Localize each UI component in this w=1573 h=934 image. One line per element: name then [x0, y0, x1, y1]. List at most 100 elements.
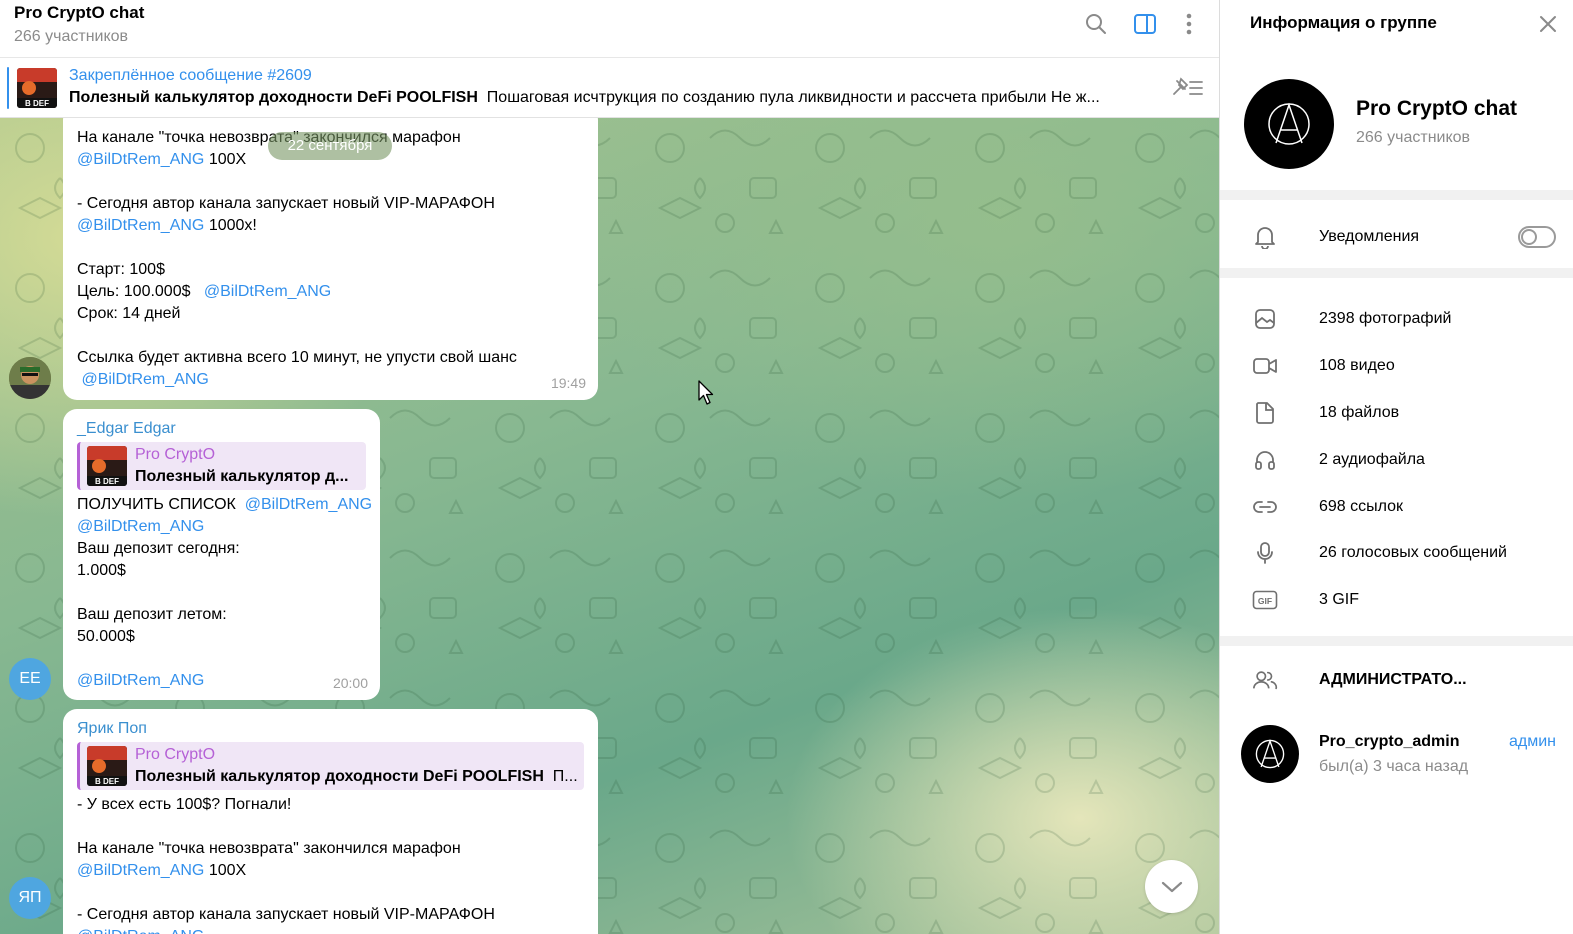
- message-line: 1.000$: [77, 562, 126, 579]
- mention-link[interactable]: @BilDtRem_ANG: [77, 672, 204, 689]
- svg-text:B DEF: B DEF: [25, 99, 49, 108]
- video-icon: [1252, 353, 1278, 379]
- svg-text:B DEF: B DEF: [95, 777, 119, 786]
- bell-icon: [1252, 224, 1278, 250]
- media-row-links[interactable]: 698 ссылок: [1220, 484, 1573, 530]
- reply-thumbnail: B DEF: [87, 446, 127, 486]
- mention-link[interactable]: @BilDtRem_ANG: [81, 371, 208, 388]
- reply-title: Pro CryptO: [135, 446, 216, 463]
- message-line: - Сегодня автор канала запускает новый V…: [77, 195, 495, 212]
- media-row-files[interactable]: 18 файлов: [1220, 390, 1573, 436]
- reply-text-bold: Полезный калькулятор доходности DeFi POO…: [135, 768, 544, 785]
- admin-name[interactable]: Pro_crypto_admin: [1319, 733, 1459, 751]
- group-member-count: 266 участников: [1356, 129, 1471, 146]
- empty-line: [77, 325, 584, 347]
- media-row-voice[interactable]: 26 голосовых сообщений: [1220, 530, 1573, 576]
- reply-quote[interactable]: B DEF Pro CryptO Полезный калькулятор до…: [77, 742, 584, 790]
- message-line: Ваш депозит летом:: [77, 606, 227, 623]
- mention-link[interactable]: @BilDtRem_ANG: [77, 928, 204, 934]
- media-label: 18 файлов: [1319, 404, 1400, 421]
- users-icon: [1252, 667, 1278, 693]
- message-line: @BilDtRem_ANG: [77, 516, 366, 538]
- message-line: Старт: 100$: [77, 261, 165, 278]
- microphone-icon: [1252, 540, 1278, 566]
- group-name: Pro CryptO chat: [1356, 97, 1518, 120]
- empty-line: [77, 582, 366, 604]
- media-row-gif[interactable]: GIF 3 GIF: [1220, 577, 1573, 623]
- admins-row[interactable]: АДМИНИСТРАТО...: [1220, 657, 1573, 703]
- media-label: 698 ссылок: [1319, 498, 1404, 515]
- message-line: ПОЛУЧИТЬ СПИСОК @BilDtRem_ANG: [77, 494, 372, 516]
- pinned-message-bar[interactable]: B DEF Закреплённое сообщение #2609 Полез…: [0, 59, 1219, 118]
- message-line: Ссылка будет активна всего 10 минут, не …: [77, 349, 517, 366]
- admin-role-badge: админ: [1509, 733, 1557, 750]
- message-bubble[interactable]: _Edgar Edgar B DEF Pro CryptO Полезный к…: [63, 409, 380, 700]
- section-divider: [1220, 190, 1573, 200]
- panel-title: Информация о группе: [1250, 13, 1437, 32]
- reply-thumbnail: B DEF: [87, 746, 127, 786]
- photo-icon: [1252, 306, 1278, 332]
- user-avatar[interactable]: EE: [9, 658, 51, 700]
- message-bubble[interactable]: Ярик Поп B DEF Pro CryptO Полезный кальк…: [63, 709, 598, 934]
- message-line: На канале "точка невозврата" закончился …: [77, 840, 461, 857]
- message-line: @BilDtRem_ANG: [77, 670, 366, 692]
- chevron-down-icon: [1161, 881, 1182, 892]
- admin-avatar[interactable]: [1241, 725, 1299, 783]
- chat-area: Pro CryptO chat 266 участников B DEF Зак…: [0, 0, 1219, 934]
- media-row-videos[interactable]: 108 видео: [1220, 343, 1573, 389]
- notifications-label: Уведомления: [1319, 228, 1420, 245]
- chat-title[interactable]: Pro CryptO chat: [14, 3, 144, 23]
- media-label: 26 голосовых сообщений: [1319, 544, 1507, 561]
- message-suffix: 100X: [204, 151, 247, 168]
- message-line: @BilDtRem_ANG 100X: [77, 860, 584, 882]
- group-avatar[interactable]: [1244, 79, 1334, 169]
- chat-header: Pro CryptO chat 266 участников: [0, 0, 1219, 58]
- message-time: 20:00: [332, 675, 368, 691]
- message-line: @BilDtRem_ANG: [77, 369, 584, 391]
- message-line: Ваш депозит сегодня:: [77, 540, 240, 557]
- mention-link[interactable]: @BilDtRem_ANG: [245, 496, 372, 513]
- chat-member-count: 266 участников: [14, 28, 129, 45]
- admins-label: АДМИНИСТРАТО...: [1319, 671, 1467, 688]
- empty-line: [77, 171, 584, 193]
- sender-name[interactable]: Ярик Поп: [77, 718, 584, 740]
- mention-link[interactable]: @BilDtRem_ANG: [77, 862, 204, 879]
- scroll-down-button[interactable]: [1145, 860, 1198, 913]
- notifications-toggle[interactable]: [1518, 226, 1556, 248]
- file-icon: [1252, 400, 1278, 426]
- group-info-panel: Информация о группе Pro CryptO chat 266 …: [1219, 0, 1573, 934]
- mention-link[interactable]: @BilDtRem_ANG: [77, 518, 204, 535]
- reply-quote[interactable]: B DEF Pro CryptO Полезный калькулятор д.…: [77, 442, 366, 490]
- user-avatar[interactable]: [9, 357, 51, 399]
- svg-text:GIF: GIF: [1258, 596, 1272, 606]
- media-label: 108 видео: [1319, 357, 1395, 374]
- reply-title: Pro CryptO: [135, 746, 216, 763]
- mention-link[interactable]: @BilDtRem_ANG: [204, 283, 331, 300]
- search-icon[interactable]: [1083, 11, 1109, 37]
- pinned-thumbnail: B DEF: [17, 68, 57, 108]
- toggle-knob: [1521, 229, 1537, 245]
- message-line: Срок: 14 дней: [77, 305, 181, 322]
- media-row-audio[interactable]: 2 аудиофайла: [1220, 437, 1573, 483]
- empty-line: [77, 882, 584, 904]
- user-avatar[interactable]: ЯП: [9, 877, 51, 919]
- pinned-text-bold: Полезный калькулятор доходности DeFi POO…: [69, 89, 478, 106]
- more-menu-icon[interactable]: [1176, 11, 1202, 37]
- message-time: 19:49: [550, 375, 586, 391]
- media-row-photos[interactable]: 2398 фотографий: [1220, 296, 1573, 342]
- pinned-list-icon[interactable]: [1170, 76, 1204, 105]
- mention-link[interactable]: @BilDtRem_ANG: [77, 151, 204, 168]
- sender-name[interactable]: _Edgar Edgar: [77, 418, 366, 440]
- section-divider: [1220, 268, 1573, 278]
- message-line: Цель: 100.000$ @BilDtRem_ANG: [77, 281, 584, 303]
- reply-text-extra: П...: [552, 768, 578, 785]
- close-icon[interactable]: [1538, 14, 1558, 39]
- mention-link[interactable]: @BilDtRem_ANG: [77, 217, 204, 234]
- sidebar-toggle-icon[interactable]: [1132, 11, 1158, 37]
- date-chip: 22 сентября: [268, 132, 392, 160]
- list-text: ПОЛУЧИТЬ СПИСОК: [77, 496, 236, 513]
- anarchy-logo-icon: [1268, 102, 1310, 145]
- message-line: @BilDtRem_ANG 1000x!: [77, 215, 584, 237]
- headphones-icon: [1252, 447, 1278, 473]
- empty-line: [77, 816, 584, 838]
